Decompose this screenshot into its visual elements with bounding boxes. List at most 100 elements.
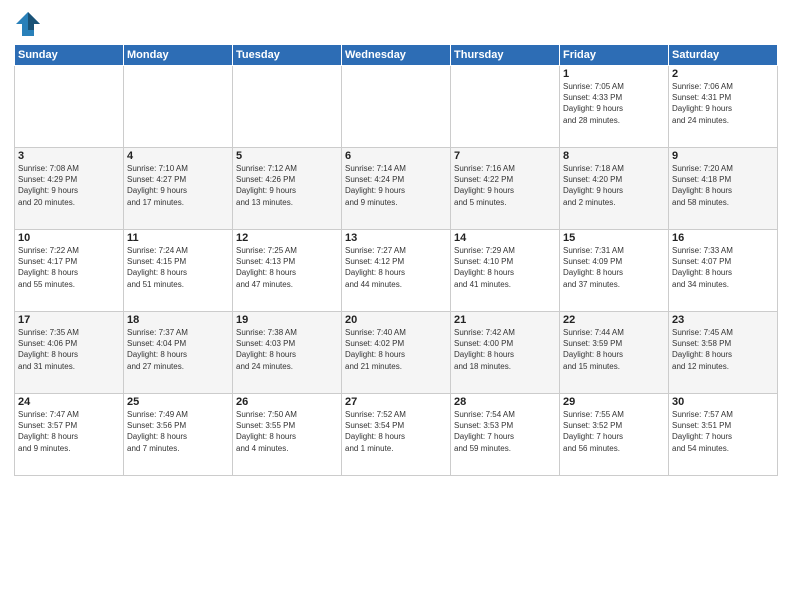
weekday-header: Thursday bbox=[451, 45, 560, 66]
day-info: Sunrise: 7:10 AM Sunset: 4:27 PM Dayligh… bbox=[127, 163, 229, 208]
day-number: 24 bbox=[18, 396, 120, 408]
calendar-cell: 23Sunrise: 7:45 AM Sunset: 3:58 PM Dayli… bbox=[669, 312, 778, 394]
calendar-cell bbox=[124, 66, 233, 148]
day-info: Sunrise: 7:29 AM Sunset: 4:10 PM Dayligh… bbox=[454, 245, 556, 290]
calendar-cell: 11Sunrise: 7:24 AM Sunset: 4:15 PM Dayli… bbox=[124, 230, 233, 312]
calendar-cell bbox=[15, 66, 124, 148]
calendar-week-row: 1Sunrise: 7:05 AM Sunset: 4:33 PM Daylig… bbox=[15, 66, 778, 148]
weekday-header: Sunday bbox=[15, 45, 124, 66]
day-info: Sunrise: 7:27 AM Sunset: 4:12 PM Dayligh… bbox=[345, 245, 447, 290]
day-number: 21 bbox=[454, 314, 556, 326]
weekday-header: Friday bbox=[560, 45, 669, 66]
calendar-cell: 15Sunrise: 7:31 AM Sunset: 4:09 PM Dayli… bbox=[560, 230, 669, 312]
day-number: 2 bbox=[672, 68, 774, 80]
calendar-cell: 27Sunrise: 7:52 AM Sunset: 3:54 PM Dayli… bbox=[342, 394, 451, 476]
calendar-body: 1Sunrise: 7:05 AM Sunset: 4:33 PM Daylig… bbox=[15, 66, 778, 476]
calendar-cell: 3Sunrise: 7:08 AM Sunset: 4:29 PM Daylig… bbox=[15, 148, 124, 230]
calendar-cell: 20Sunrise: 7:40 AM Sunset: 4:02 PM Dayli… bbox=[342, 312, 451, 394]
day-info: Sunrise: 7:22 AM Sunset: 4:17 PM Dayligh… bbox=[18, 245, 120, 290]
day-number: 7 bbox=[454, 150, 556, 162]
day-number: 5 bbox=[236, 150, 338, 162]
day-info: Sunrise: 7:33 AM Sunset: 4:07 PM Dayligh… bbox=[672, 245, 774, 290]
calendar-cell: 13Sunrise: 7:27 AM Sunset: 4:12 PM Dayli… bbox=[342, 230, 451, 312]
calendar-cell: 17Sunrise: 7:35 AM Sunset: 4:06 PM Dayli… bbox=[15, 312, 124, 394]
calendar-cell bbox=[451, 66, 560, 148]
calendar-week-row: 24Sunrise: 7:47 AM Sunset: 3:57 PM Dayli… bbox=[15, 394, 778, 476]
calendar-cell: 18Sunrise: 7:37 AM Sunset: 4:04 PM Dayli… bbox=[124, 312, 233, 394]
day-number: 27 bbox=[345, 396, 447, 408]
calendar-cell: 29Sunrise: 7:55 AM Sunset: 3:52 PM Dayli… bbox=[560, 394, 669, 476]
weekday-header: Saturday bbox=[669, 45, 778, 66]
day-info: Sunrise: 7:40 AM Sunset: 4:02 PM Dayligh… bbox=[345, 327, 447, 372]
calendar-cell: 4Sunrise: 7:10 AM Sunset: 4:27 PM Daylig… bbox=[124, 148, 233, 230]
day-info: Sunrise: 7:55 AM Sunset: 3:52 PM Dayligh… bbox=[563, 409, 665, 454]
day-number: 18 bbox=[127, 314, 229, 326]
day-number: 20 bbox=[345, 314, 447, 326]
calendar-cell: 8Sunrise: 7:18 AM Sunset: 4:20 PM Daylig… bbox=[560, 148, 669, 230]
day-info: Sunrise: 7:44 AM Sunset: 3:59 PM Dayligh… bbox=[563, 327, 665, 372]
calendar-cell: 28Sunrise: 7:54 AM Sunset: 3:53 PM Dayli… bbox=[451, 394, 560, 476]
day-number: 4 bbox=[127, 150, 229, 162]
day-info: Sunrise: 7:54 AM Sunset: 3:53 PM Dayligh… bbox=[454, 409, 556, 454]
day-info: Sunrise: 7:50 AM Sunset: 3:55 PM Dayligh… bbox=[236, 409, 338, 454]
weekday-header: Tuesday bbox=[233, 45, 342, 66]
day-info: Sunrise: 7:05 AM Sunset: 4:33 PM Dayligh… bbox=[563, 81, 665, 126]
calendar-cell: 5Sunrise: 7:12 AM Sunset: 4:26 PM Daylig… bbox=[233, 148, 342, 230]
day-number: 22 bbox=[563, 314, 665, 326]
day-info: Sunrise: 7:42 AM Sunset: 4:00 PM Dayligh… bbox=[454, 327, 556, 372]
day-number: 10 bbox=[18, 232, 120, 244]
day-number: 29 bbox=[563, 396, 665, 408]
day-info: Sunrise: 7:52 AM Sunset: 3:54 PM Dayligh… bbox=[345, 409, 447, 454]
calendar-cell bbox=[233, 66, 342, 148]
day-number: 6 bbox=[345, 150, 447, 162]
day-info: Sunrise: 7:49 AM Sunset: 3:56 PM Dayligh… bbox=[127, 409, 229, 454]
calendar-cell: 16Sunrise: 7:33 AM Sunset: 4:07 PM Dayli… bbox=[669, 230, 778, 312]
day-number: 12 bbox=[236, 232, 338, 244]
logo bbox=[14, 10, 46, 38]
calendar-cell: 30Sunrise: 7:57 AM Sunset: 3:51 PM Dayli… bbox=[669, 394, 778, 476]
weekday-header: Monday bbox=[124, 45, 233, 66]
calendar-cell: 2Sunrise: 7:06 AM Sunset: 4:31 PM Daylig… bbox=[669, 66, 778, 148]
day-info: Sunrise: 7:12 AM Sunset: 4:26 PM Dayligh… bbox=[236, 163, 338, 208]
calendar-cell: 21Sunrise: 7:42 AM Sunset: 4:00 PM Dayli… bbox=[451, 312, 560, 394]
day-number: 30 bbox=[672, 396, 774, 408]
day-info: Sunrise: 7:16 AM Sunset: 4:22 PM Dayligh… bbox=[454, 163, 556, 208]
day-number: 9 bbox=[672, 150, 774, 162]
calendar-cell: 6Sunrise: 7:14 AM Sunset: 4:24 PM Daylig… bbox=[342, 148, 451, 230]
day-info: Sunrise: 7:24 AM Sunset: 4:15 PM Dayligh… bbox=[127, 245, 229, 290]
calendar-table: SundayMondayTuesdayWednesdayThursdayFrid… bbox=[14, 44, 778, 476]
day-number: 13 bbox=[345, 232, 447, 244]
day-number: 19 bbox=[236, 314, 338, 326]
day-number: 23 bbox=[672, 314, 774, 326]
day-info: Sunrise: 7:35 AM Sunset: 4:06 PM Dayligh… bbox=[18, 327, 120, 372]
calendar-cell: 22Sunrise: 7:44 AM Sunset: 3:59 PM Dayli… bbox=[560, 312, 669, 394]
day-info: Sunrise: 7:08 AM Sunset: 4:29 PM Dayligh… bbox=[18, 163, 120, 208]
calendar-cell: 19Sunrise: 7:38 AM Sunset: 4:03 PM Dayli… bbox=[233, 312, 342, 394]
day-number: 17 bbox=[18, 314, 120, 326]
day-number: 11 bbox=[127, 232, 229, 244]
day-number: 26 bbox=[236, 396, 338, 408]
main-container: SundayMondayTuesdayWednesdayThursdayFrid… bbox=[0, 0, 792, 612]
day-info: Sunrise: 7:18 AM Sunset: 4:20 PM Dayligh… bbox=[563, 163, 665, 208]
day-number: 25 bbox=[127, 396, 229, 408]
calendar-week-row: 10Sunrise: 7:22 AM Sunset: 4:17 PM Dayli… bbox=[15, 230, 778, 312]
day-number: 15 bbox=[563, 232, 665, 244]
day-number: 28 bbox=[454, 396, 556, 408]
calendar-cell: 9Sunrise: 7:20 AM Sunset: 4:18 PM Daylig… bbox=[669, 148, 778, 230]
calendar-week-row: 17Sunrise: 7:35 AM Sunset: 4:06 PM Dayli… bbox=[15, 312, 778, 394]
weekday-row: SundayMondayTuesdayWednesdayThursdayFrid… bbox=[15, 45, 778, 66]
day-info: Sunrise: 7:25 AM Sunset: 4:13 PM Dayligh… bbox=[236, 245, 338, 290]
calendar-cell: 7Sunrise: 7:16 AM Sunset: 4:22 PM Daylig… bbox=[451, 148, 560, 230]
calendar-week-row: 3Sunrise: 7:08 AM Sunset: 4:29 PM Daylig… bbox=[15, 148, 778, 230]
page-header bbox=[14, 10, 778, 38]
weekday-header: Wednesday bbox=[342, 45, 451, 66]
day-info: Sunrise: 7:31 AM Sunset: 4:09 PM Dayligh… bbox=[563, 245, 665, 290]
calendar-cell: 14Sunrise: 7:29 AM Sunset: 4:10 PM Dayli… bbox=[451, 230, 560, 312]
day-number: 3 bbox=[18, 150, 120, 162]
day-number: 16 bbox=[672, 232, 774, 244]
day-info: Sunrise: 7:38 AM Sunset: 4:03 PM Dayligh… bbox=[236, 327, 338, 372]
calendar-cell: 25Sunrise: 7:49 AM Sunset: 3:56 PM Dayli… bbox=[124, 394, 233, 476]
day-number: 14 bbox=[454, 232, 556, 244]
day-info: Sunrise: 7:06 AM Sunset: 4:31 PM Dayligh… bbox=[672, 81, 774, 126]
day-info: Sunrise: 7:37 AM Sunset: 4:04 PM Dayligh… bbox=[127, 327, 229, 372]
